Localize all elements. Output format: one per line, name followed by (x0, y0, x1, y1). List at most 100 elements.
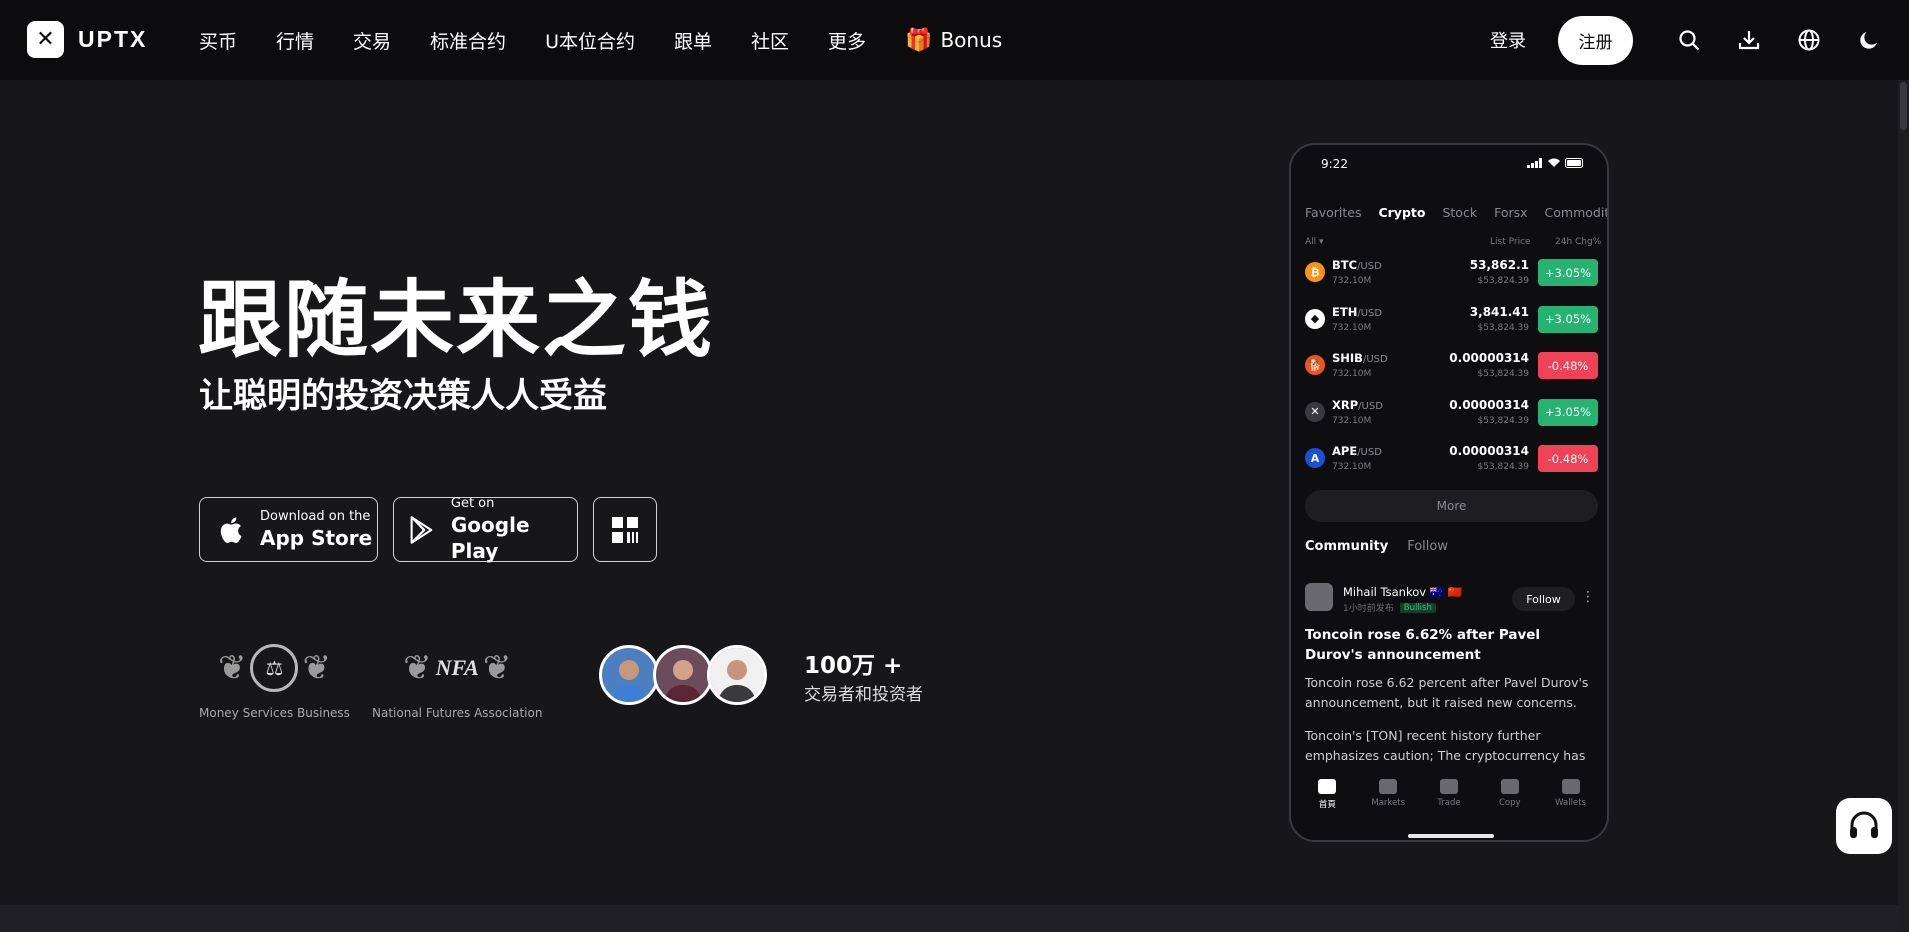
tab-favorites[interactable]: Favorites (1305, 205, 1361, 220)
coin-price: 0.00000314 (1449, 397, 1529, 412)
next-section-edge (0, 905, 1898, 932)
moon-icon[interactable] (1839, 0, 1899, 80)
post-time: 1小时前发布 (1343, 604, 1394, 614)
logo-mark-icon: ✕ (27, 21, 64, 58)
more-button[interactable]: More (1305, 490, 1598, 522)
tabbar-copy[interactable]: Copy (1485, 773, 1535, 840)
page-scrollbar[interactable] (1898, 80, 1909, 932)
post-meta: 1小时前发布 Bullish (1343, 601, 1436, 614)
coin-usd-price: $53,824.39 (1477, 462, 1529, 472)
market-row-xrp[interactable]: ✕ XRP/USD 732.10M 0.00000314 $53,824.39 … (1305, 393, 1598, 439)
msb-badge: ❦ ⚖ ❦ Money Services Business (199, 638, 350, 720)
change-badge[interactable]: -0.48% (1538, 445, 1598, 472)
xrp-coin-icon: ✕ (1305, 401, 1325, 422)
tabbar-markets[interactable]: Markets (1363, 773, 1413, 840)
nav-actions: 登录 注册 (1490, 0, 1909, 80)
menu-item-markets[interactable]: 行情 (276, 27, 314, 54)
change-badge[interactable]: +3.05% (1538, 259, 1598, 286)
tabbar-trade[interactable]: Trade (1424, 773, 1474, 840)
menu-item-buy-crypto[interactable]: 买币 (199, 27, 237, 54)
qr-code-icon (612, 516, 638, 543)
users-label: 交易者和投资者 (804, 685, 923, 705)
col-24h-change: 24h Chg% (1555, 237, 1602, 247)
menu-item-community[interactable]: 社区 (751, 27, 789, 54)
globe-icon[interactable] (1779, 0, 1839, 80)
community-tabs: Community Follow (1305, 539, 1448, 554)
menu-item-standard-futures[interactable]: 标准合约 (430, 27, 506, 54)
coin-usd-price: $53,824.39 (1477, 322, 1529, 333)
tab-commodity[interactable]: Commodity (1545, 205, 1607, 220)
tab-forex[interactable]: Forsx (1494, 205, 1527, 220)
register-button[interactable]: 注册 (1558, 15, 1633, 65)
tab-crypto[interactable]: Crypto (1378, 205, 1425, 220)
bullish-badge: Bullish (1399, 602, 1436, 613)
home-icon (1318, 779, 1337, 794)
eth-coin-icon: ◆ (1305, 308, 1325, 329)
post-body-continued: Toncoin's [TON] recent history further e… (1305, 728, 1586, 763)
coin-price: 53,862.1 (1469, 258, 1529, 272)
coin-volume: 732.10M (1332, 322, 1372, 333)
filter-all[interactable]: All ▾ (1305, 237, 1324, 247)
phone-time: 9:22 (1321, 157, 1348, 171)
coin-usd-price: $53,824.39 (1477, 415, 1529, 426)
trader-avatars (599, 645, 767, 705)
coin-price: 3,841.41 (1469, 304, 1529, 319)
more-options-icon[interactable]: ⋮ (1581, 589, 1595, 605)
change-badge[interactable]: +3.05% (1538, 398, 1598, 426)
bonus-link[interactable]: 🎁 Bonus (905, 28, 1002, 53)
menu-item-trade[interactable]: 交易 (353, 27, 391, 54)
change-badge[interactable]: -0.48% (1538, 352, 1598, 379)
msb-label: Money Services Business (199, 706, 350, 720)
tabbar-home-label: 首頁 (1318, 800, 1336, 810)
tab-stock[interactable]: Stock (1442, 205, 1477, 220)
tabbar-wallets-label: Wallets (1555, 798, 1586, 808)
tab-community[interactable]: Community (1305, 539, 1388, 554)
login-link[interactable]: 登录 (1490, 27, 1526, 53)
avatar (653, 645, 713, 705)
tabbar-home[interactable]: 首頁 (1302, 773, 1352, 840)
laurel-left-icon: ❦ (217, 648, 247, 688)
avatar (707, 645, 767, 705)
post-title[interactable]: Toncoin rose 6.62% after Pavel Durov's a… (1305, 625, 1595, 665)
nfa-badge: ❦ NFA ❦ National Futures Association (372, 638, 542, 720)
google-play-button[interactable]: Get on Google Play (393, 496, 578, 563)
btc-coin-icon: ₿ (1305, 262, 1325, 282)
post-body: Toncoin rose 6.62 percent after Pavel Du… (1305, 675, 1589, 710)
customer-support-button[interactable] (1836, 798, 1892, 854)
tab-follow[interactable]: Follow (1407, 539, 1448, 554)
menu-item-copy-trade[interactable]: 跟单 (674, 27, 712, 54)
signal-wifi-battery-icon (1527, 158, 1585, 168)
coin-volume: 732.10M (1332, 276, 1372, 286)
change-badge[interactable]: +3.05% (1538, 305, 1598, 333)
coin-symbol: SHIB/USD (1332, 351, 1388, 365)
ape-coin-icon: A (1305, 448, 1325, 468)
post-author-avatar[interactable] (1305, 583, 1333, 611)
tabbar-wallets[interactable]: Wallets (1546, 773, 1596, 840)
post-author-name[interactable]: Mihail Tsankov 🇦🇺 🇨🇳 (1343, 585, 1462, 599)
market-row-eth[interactable]: ◆ ETH/USD 732.10M 3,841.41 $53,824.39 +3… (1305, 300, 1598, 346)
coin-symbol-base: ETH (1332, 304, 1358, 319)
coin-usd-price: $53,824.39 (1477, 276, 1529, 286)
apple-icon (200, 515, 260, 545)
coin-symbol: ETH/USD (1332, 305, 1382, 319)
coin-volume: 732.10M (1332, 462, 1372, 472)
scrollbar-thumb[interactable] (1900, 82, 1907, 130)
app-store-button[interactable]: Download on the App Store (199, 497, 378, 562)
coin-symbol-quote: /USD (1357, 261, 1382, 272)
market-row-shib[interactable]: 🐕 SHIB/USD 732.10M 0.00000314 $53,824.39… (1305, 346, 1598, 392)
qr-code-button[interactable] (593, 497, 657, 562)
main-menu: 买币 行情 交易 标准合约 U本位合约 跟单 社区 更多 🎁 Bonus (199, 0, 1041, 80)
follow-button[interactable]: Follow (1512, 587, 1575, 611)
tabbar-markets-label: Markets (1371, 798, 1406, 808)
market-row-ape[interactable]: A APE/USD 732.10M 0.00000314 $53,824.39 … (1305, 439, 1598, 485)
search-icon[interactable] (1659, 0, 1719, 80)
headset-icon (1850, 811, 1878, 838)
download-icon[interactable] (1719, 0, 1779, 80)
treasury-seal-icon: ⚖ (250, 644, 299, 692)
phone-mockup: 9:22 Favorites Crypto Stock Forsx Commod… (1289, 143, 1609, 842)
market-row-btc[interactable]: ₿ BTC/USD 732.10M 53,862.1 $53,824.39 +3… (1305, 253, 1598, 299)
menu-item-usdt-futures[interactable]: U本位合约 (545, 27, 635, 54)
menu-item-more[interactable]: 更多 (828, 27, 866, 54)
users-count: 100万 + (804, 653, 903, 679)
brand-logo[interactable]: ✕ UPTX (27, 21, 147, 58)
